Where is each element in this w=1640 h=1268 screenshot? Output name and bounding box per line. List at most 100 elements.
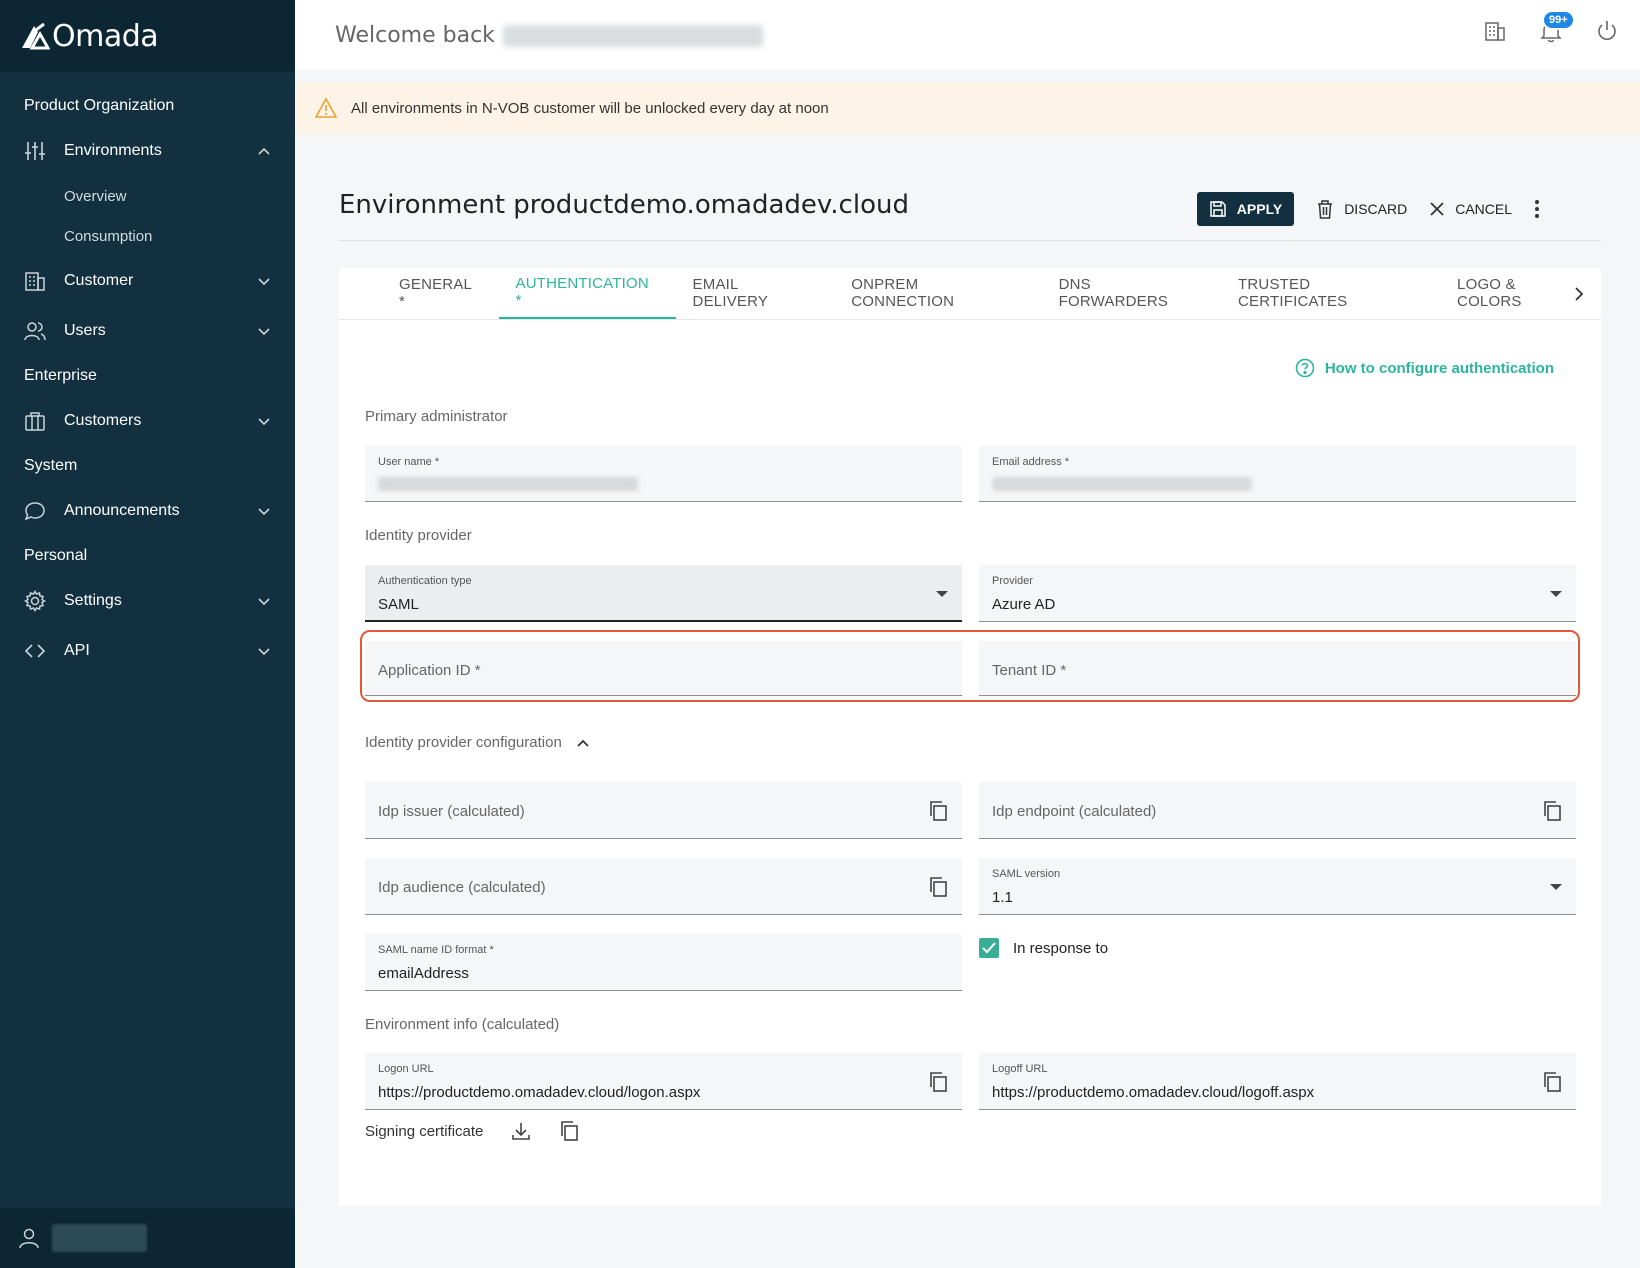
sidebar-item-label: API [64, 642, 90, 659]
apply-button[interactable]: APPLY [1196, 192, 1295, 226]
signing-certificate-row: Signing certificate [365, 1120, 579, 1142]
copy-icon[interactable] [559, 1120, 579, 1142]
signing-certificate-label: Signing certificate [365, 1122, 484, 1140]
provider-select[interactable]: Provider Azure AD [979, 565, 1576, 622]
app-name: Omada [52, 18, 159, 54]
section-system: System [24, 457, 78, 474]
sidebar-item-label: Environments [64, 142, 162, 159]
chevron-up-icon[interactable] [257, 144, 271, 158]
saml-version-label: SAML version [992, 868, 1061, 880]
idp-endpoint-field[interactable]: Idp endpoint (calculated) [979, 782, 1576, 839]
copy-icon[interactable] [928, 1071, 948, 1093]
auth-settings-card: GENERAL * AUTHENTICATION * EMAIL DELIVER… [339, 268, 1601, 1206]
chevron-down-icon[interactable] [257, 414, 271, 428]
chevron-down-icon[interactable] [257, 274, 271, 288]
download-icon[interactable] [511, 1121, 531, 1141]
chat-bubble-icon [24, 500, 46, 522]
section-enterprise: Enterprise [24, 367, 97, 384]
chevron-down-icon[interactable] [257, 324, 271, 338]
organization-icon[interactable] [1482, 18, 1508, 44]
sidebar-item-label: Announcements [64, 502, 180, 519]
user-name-redacted [52, 1224, 147, 1252]
chevron-down-icon[interactable] [257, 594, 271, 608]
in-response-to-checkbox[interactable]: In response to [979, 938, 1108, 958]
sidebar-subitem-overview[interactable]: Overview [0, 176, 295, 216]
welcome-text: Welcome back [335, 23, 763, 48]
apply-label: APPLY [1236, 201, 1283, 217]
saml-version-value: 1.1 [992, 889, 1013, 906]
notification-badge: 99+ [1542, 10, 1575, 30]
copy-icon[interactable] [1542, 800, 1562, 822]
user-profile[interactable] [0, 1208, 295, 1268]
building-icon [24, 270, 46, 292]
email-redacted [992, 477, 1252, 491]
trash-icon [1318, 200, 1333, 219]
banner-text: All environments in N-VOB customer will … [351, 99, 829, 117]
logo[interactable]: Omada [0, 0, 295, 72]
provider-value: Azure AD [992, 596, 1056, 613]
sidebar-item-environments[interactable]: Environments [0, 126, 295, 176]
user-icon [19, 1228, 39, 1249]
warning-icon [315, 97, 337, 118]
user-name-field[interactable]: User name * [365, 446, 962, 502]
idp-config-heading[interactable]: Identity provider configuration [365, 734, 590, 751]
idp-issuer-field[interactable]: Idp issuer (calculated) [365, 782, 962, 839]
help-link[interactable]: How to configure authentication [1295, 358, 1554, 378]
logon-url-field[interactable]: Logon URL https://productdemo.omadadev.c… [365, 1053, 962, 1110]
chevron-up-icon [577, 739, 589, 747]
tab-bar: GENERAL * AUTHENTICATION * EMAIL DELIVER… [339, 268, 1601, 320]
email-label: Email address * [992, 456, 1070, 468]
top-bar: Welcome back 99+ [295, 0, 1640, 70]
checkbox-checked-icon [979, 938, 999, 958]
sidebar-item-announcements[interactable]: Announcements [0, 486, 295, 536]
cancel-label: CANCEL [1455, 201, 1512, 217]
provider-label: Provider [992, 575, 1033, 587]
authentication-type-select[interactable]: Authentication type SAML [365, 565, 962, 622]
logoff-url-label: Logoff URL [992, 1063, 1048, 1075]
sidebar-item-api[interactable]: API [0, 626, 295, 676]
copy-icon[interactable] [1542, 1071, 1562, 1093]
saml-version-select[interactable]: SAML version 1.1 [979, 858, 1576, 915]
title-divider [339, 240, 1601, 241]
logoff-url-field[interactable]: Logoff URL https://productdemo.omadadev.… [979, 1053, 1576, 1110]
discard-button[interactable]: DISCARD [1316, 199, 1407, 219]
tab-onprem-connection[interactable]: ONPREM CONNECTION [834, 267, 1041, 319]
sidebar-item-customers[interactable]: Customers [0, 396, 295, 446]
chevron-right-icon[interactable] [1569, 284, 1589, 304]
gear-icon [24, 590, 46, 612]
tab-dns-forwarders[interactable]: DNS FORWARDERS [1042, 267, 1221, 319]
identity-provider-heading: Identity provider [365, 527, 472, 544]
auth-type-label: Authentication type [378, 575, 472, 587]
tab-general[interactable]: GENERAL * [382, 267, 499, 319]
notifications-icon[interactable]: 99+ [1538, 10, 1575, 44]
idp-audience-field[interactable]: Idp audience (calculated) [365, 858, 962, 915]
code-icon [24, 640, 46, 662]
user-name-redacted [378, 477, 638, 491]
tab-authentication[interactable]: AUTHENTICATION * [498, 267, 676, 319]
logoff-url-value: https://productdemo.omadadev.cloud/logof… [992, 1084, 1315, 1101]
sidebar-item-customer[interactable]: Customer [0, 256, 295, 306]
saml-name-id-format-field[interactable]: SAML name ID format * emailAddress [365, 934, 962, 991]
tab-trusted-certificates[interactable]: TRUSTED CERTIFICATES [1221, 267, 1440, 319]
more-vert-icon[interactable] [1534, 199, 1540, 219]
tab-email-delivery[interactable]: EMAIL DELIVERY [676, 267, 835, 319]
copy-icon[interactable] [928, 800, 948, 822]
sidebar-item-users[interactable]: Users [0, 306, 295, 356]
copy-icon[interactable] [928, 876, 948, 898]
sidebar-item-settings[interactable]: Settings [0, 576, 295, 626]
help-link-label: How to configure authentication [1324, 359, 1554, 377]
sidebar-item-label: Users [64, 322, 106, 339]
sidebar-subitem-consumption[interactable]: Consumption [0, 216, 295, 256]
power-icon[interactable] [1594, 18, 1620, 44]
user-name-label: User name * [378, 456, 440, 468]
page-title: Environment productdemo.omadadev.cloud [339, 190, 909, 220]
email-field[interactable]: Email address * [979, 446, 1576, 502]
briefcase-icon [24, 410, 46, 432]
idp-config-label: Identity provider configuration [365, 734, 562, 751]
logon-url-value: https://productdemo.omadadev.cloud/logon… [378, 1084, 701, 1101]
dropdown-arrow-icon [1550, 884, 1562, 890]
chevron-down-icon[interactable] [257, 504, 271, 518]
chevron-down-icon[interactable] [257, 644, 271, 658]
cancel-button[interactable]: CANCEL [1429, 201, 1512, 217]
sidebar-item-label: Customer [64, 272, 134, 289]
